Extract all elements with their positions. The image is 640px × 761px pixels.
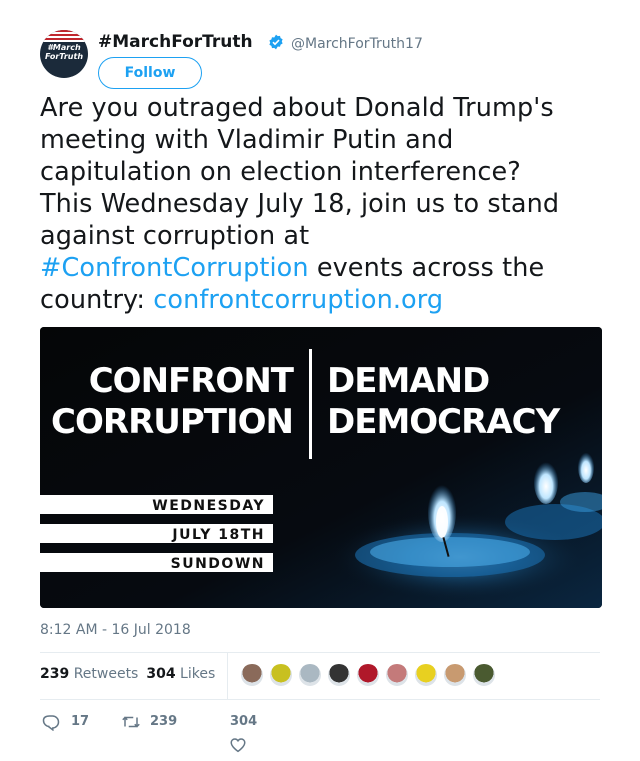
- retweets-count: 239: [40, 666, 70, 682]
- heart-icon: [230, 738, 246, 753]
- tweet-timestamp[interactable]: 8:12 AM - 16 Jul 2018: [40, 622, 191, 638]
- avatar-text-line-1: #March: [47, 43, 81, 52]
- engagement-stats: 239 Retweets 304 Likes: [40, 666, 215, 682]
- tweet-line-rest: events across the: [308, 253, 545, 283]
- author-avatar[interactable]: #March ForTruth: [40, 30, 88, 78]
- tweet-line-start: country:: [40, 285, 154, 315]
- liker-avatar-4[interactable]: [327, 663, 351, 687]
- liker-avatar-6[interactable]: [385, 663, 409, 687]
- avatar-text-line-2: ForTruth: [44, 52, 84, 61]
- right-title-line-1: DEMAND: [327, 361, 489, 401]
- media-graphic: CONFRONT CORRUPTION DEMAND DEMOCRACY WED…: [40, 327, 602, 608]
- right-title-line-2: DEMOCRACY: [327, 402, 561, 442]
- tweet-line: capitulation on election interference?: [40, 157, 521, 187]
- hashtag-link[interactable]: #ConfrontCorruption: [40, 253, 309, 283]
- detail-time: SUNDOWN: [171, 556, 265, 572]
- like-count: 304: [230, 714, 258, 729]
- likes-label: Likes: [180, 666, 216, 682]
- liker-avatar-3[interactable]: [298, 663, 322, 687]
- detail-date: JULY 18TH: [171, 527, 265, 543]
- follow-button[interactable]: Follow: [98, 57, 202, 89]
- left-title-line-2: CORRUPTION: [51, 402, 293, 442]
- avatar-text: #March ForTruth: [40, 43, 88, 61]
- detail-day: WEDNESDAY: [152, 498, 265, 514]
- tweet-line: country: confrontcorruption.org: [40, 284, 610, 316]
- liker-avatar-2[interactable]: [269, 663, 293, 687]
- reply-count: 17: [71, 714, 90, 729]
- likes-count: 304: [146, 666, 176, 682]
- retweet-icon: [122, 716, 140, 728]
- author-name[interactable]: #MarchForTruth: [98, 32, 253, 52]
- flag-stripes: [40, 30, 88, 42]
- retweets-stat[interactable]: 239 Retweets: [40, 666, 138, 682]
- reply-icon: [42, 715, 60, 731]
- tweet-media-image[interactable]: CONFRONT CORRUPTION DEMAND DEMOCRACY WED…: [40, 327, 602, 608]
- stats-divider-top: [40, 652, 600, 653]
- likes-stat[interactable]: 304 Likes: [146, 666, 215, 682]
- liker-avatar-1[interactable]: [240, 663, 264, 687]
- liker-avatar-7[interactable]: [414, 663, 438, 687]
- verified-badge-icon: [269, 34, 283, 50]
- tweet-line: meeting with Vladimir Putin and: [40, 125, 454, 155]
- tweet-line: #ConfrontCorruption events across the: [40, 252, 610, 284]
- liker-avatar-9[interactable]: [472, 663, 496, 687]
- retweets-label: Retweets: [73, 666, 139, 682]
- tweet-line: Are you outraged about Donald Trump's: [40, 93, 554, 123]
- author-handle[interactable]: @MarchForTruth17: [291, 36, 423, 52]
- tweet-text: Are you outraged about Donald Trump's me…: [40, 92, 610, 316]
- tweet-line: This Wednesday July 18, join us to stand: [40, 189, 560, 219]
- stats-separator: [227, 652, 228, 699]
- retweet-count: 239: [150, 714, 178, 729]
- left-title-line-1: CONFRONT: [89, 361, 295, 401]
- liker-avatar-5[interactable]: [356, 663, 380, 687]
- tweet-line: against corruption at: [40, 221, 310, 251]
- url-link[interactable]: confrontcorruption.org: [153, 285, 443, 315]
- liker-avatar-8[interactable]: [443, 663, 467, 687]
- stats-divider-bottom: [40, 699, 600, 700]
